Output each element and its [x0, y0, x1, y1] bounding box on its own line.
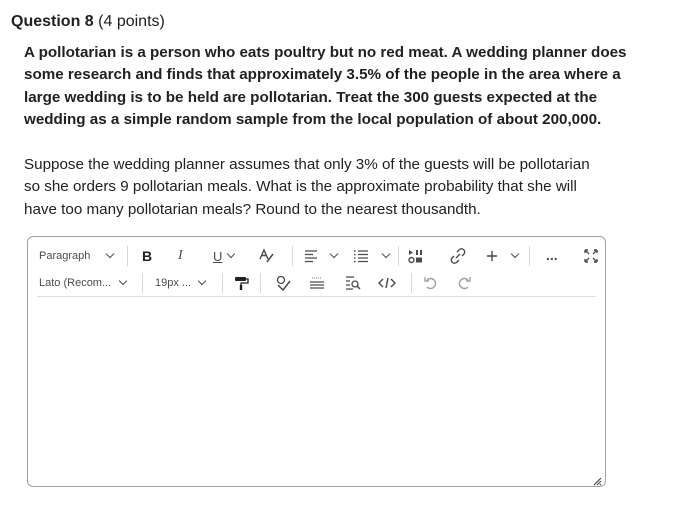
text-color-icon	[259, 248, 274, 263]
font-size-label: 19px ...	[155, 277, 192, 289]
toolbar-divider	[222, 273, 223, 293]
undo-button[interactable]	[422, 274, 440, 292]
toolbar-divider	[398, 246, 399, 266]
paragraph-line: A pollotarian is a person who eats poult…	[24, 44, 627, 61]
chevron-down-icon	[106, 249, 115, 259]
resize-grip-icon	[593, 477, 602, 486]
font-family-label: Lato (Recom...	[39, 277, 112, 289]
spellcheck-button[interactable]	[274, 274, 292, 292]
chevron-down-icon[interactable]	[329, 249, 339, 259]
question-paragraph-2: Suppose the wedding planner assumes that…	[24, 154, 614, 221]
redo-button[interactable]	[455, 274, 473, 292]
list-icon	[353, 250, 368, 263]
insert-link-button[interactable]	[449, 247, 467, 265]
paragraph-line: large wedding is to be held are pollotar…	[24, 88, 598, 106]
insert-media-button[interactable]	[407, 247, 425, 265]
find-replace-button[interactable]	[344, 274, 362, 292]
answer-editor: Paragraph B I U ... Lato (Recom... 19px …	[27, 236, 606, 487]
bold-button[interactable]: B	[142, 244, 152, 268]
question-title: Question 8	[11, 13, 94, 30]
question-paragraph-1: A pollotarian is a person who eats poult…	[24, 42, 627, 131]
media-icon	[408, 250, 422, 264]
word-count-icon	[310, 277, 324, 289]
underline-button[interactable]: U	[213, 244, 236, 268]
resize-handle[interactable]	[592, 473, 602, 486]
question-header: Question 8 (4 points)	[11, 13, 165, 31]
italic-icon: I	[178, 248, 183, 263]
font-family-dropdown[interactable]: Lato (Recom...	[39, 271, 128, 295]
plus-icon	[487, 251, 497, 261]
italic-button[interactable]: I	[178, 244, 183, 268]
chevron-down-icon	[197, 276, 207, 286]
paragraph-line: so she orders 9 pollotarian meals. What …	[24, 178, 577, 196]
word-count-button[interactable]	[308, 274, 326, 292]
list-dropdown[interactable]	[352, 247, 370, 265]
toolbar-divider	[127, 246, 128, 266]
format-painter-icon	[235, 277, 249, 290]
editor-content-area[interactable]	[37, 301, 596, 478]
find-replace-icon	[346, 276, 361, 290]
format-painter-button[interactable]	[232, 274, 250, 292]
source-code-icon	[378, 277, 396, 289]
toolbar-divider	[37, 296, 596, 297]
chevron-down-icon[interactable]	[510, 249, 520, 259]
paragraph-line: have too many pollotarian meals? Round t…	[24, 200, 481, 218]
chevron-down-icon[interactable]	[381, 249, 391, 259]
fullscreen-button[interactable]	[582, 247, 600, 265]
more-icon: ...	[546, 247, 558, 263]
chevron-down-icon	[118, 276, 128, 286]
more-actions-button[interactable]: ...	[546, 243, 558, 267]
link-icon	[450, 248, 466, 264]
redo-icon	[458, 277, 471, 290]
toolbar-divider	[260, 273, 261, 293]
paragraph-line: Suppose the wedding planner assumes that…	[24, 156, 590, 173]
undo-icon	[424, 277, 437, 290]
font-size-dropdown[interactable]: 19px ...	[155, 271, 207, 295]
bold-icon: B	[142, 248, 153, 264]
block-format-label: Paragraph	[39, 250, 91, 262]
paragraph-line: some research and finds that approximate…	[24, 66, 621, 84]
insert-dropdown[interactable]	[483, 247, 501, 265]
spellcheck-icon	[276, 275, 291, 291]
block-format-dropdown[interactable]: Paragraph	[39, 244, 115, 268]
toolbar-divider	[292, 246, 293, 266]
underline-icon: U	[213, 248, 223, 264]
question-points: (4 points)	[98, 13, 165, 30]
toolbar-divider	[142, 273, 143, 293]
fullscreen-icon	[584, 249, 598, 263]
paragraph-line: wedding as a simple random sample from t…	[24, 110, 602, 128]
chevron-down-icon	[227, 249, 236, 259]
align-icon	[305, 250, 317, 263]
text-color-button[interactable]	[257, 247, 275, 265]
source-code-button[interactable]	[378, 274, 396, 292]
toolbar-divider	[529, 246, 530, 266]
align-dropdown[interactable]	[302, 247, 320, 265]
toolbar-divider	[411, 273, 412, 293]
